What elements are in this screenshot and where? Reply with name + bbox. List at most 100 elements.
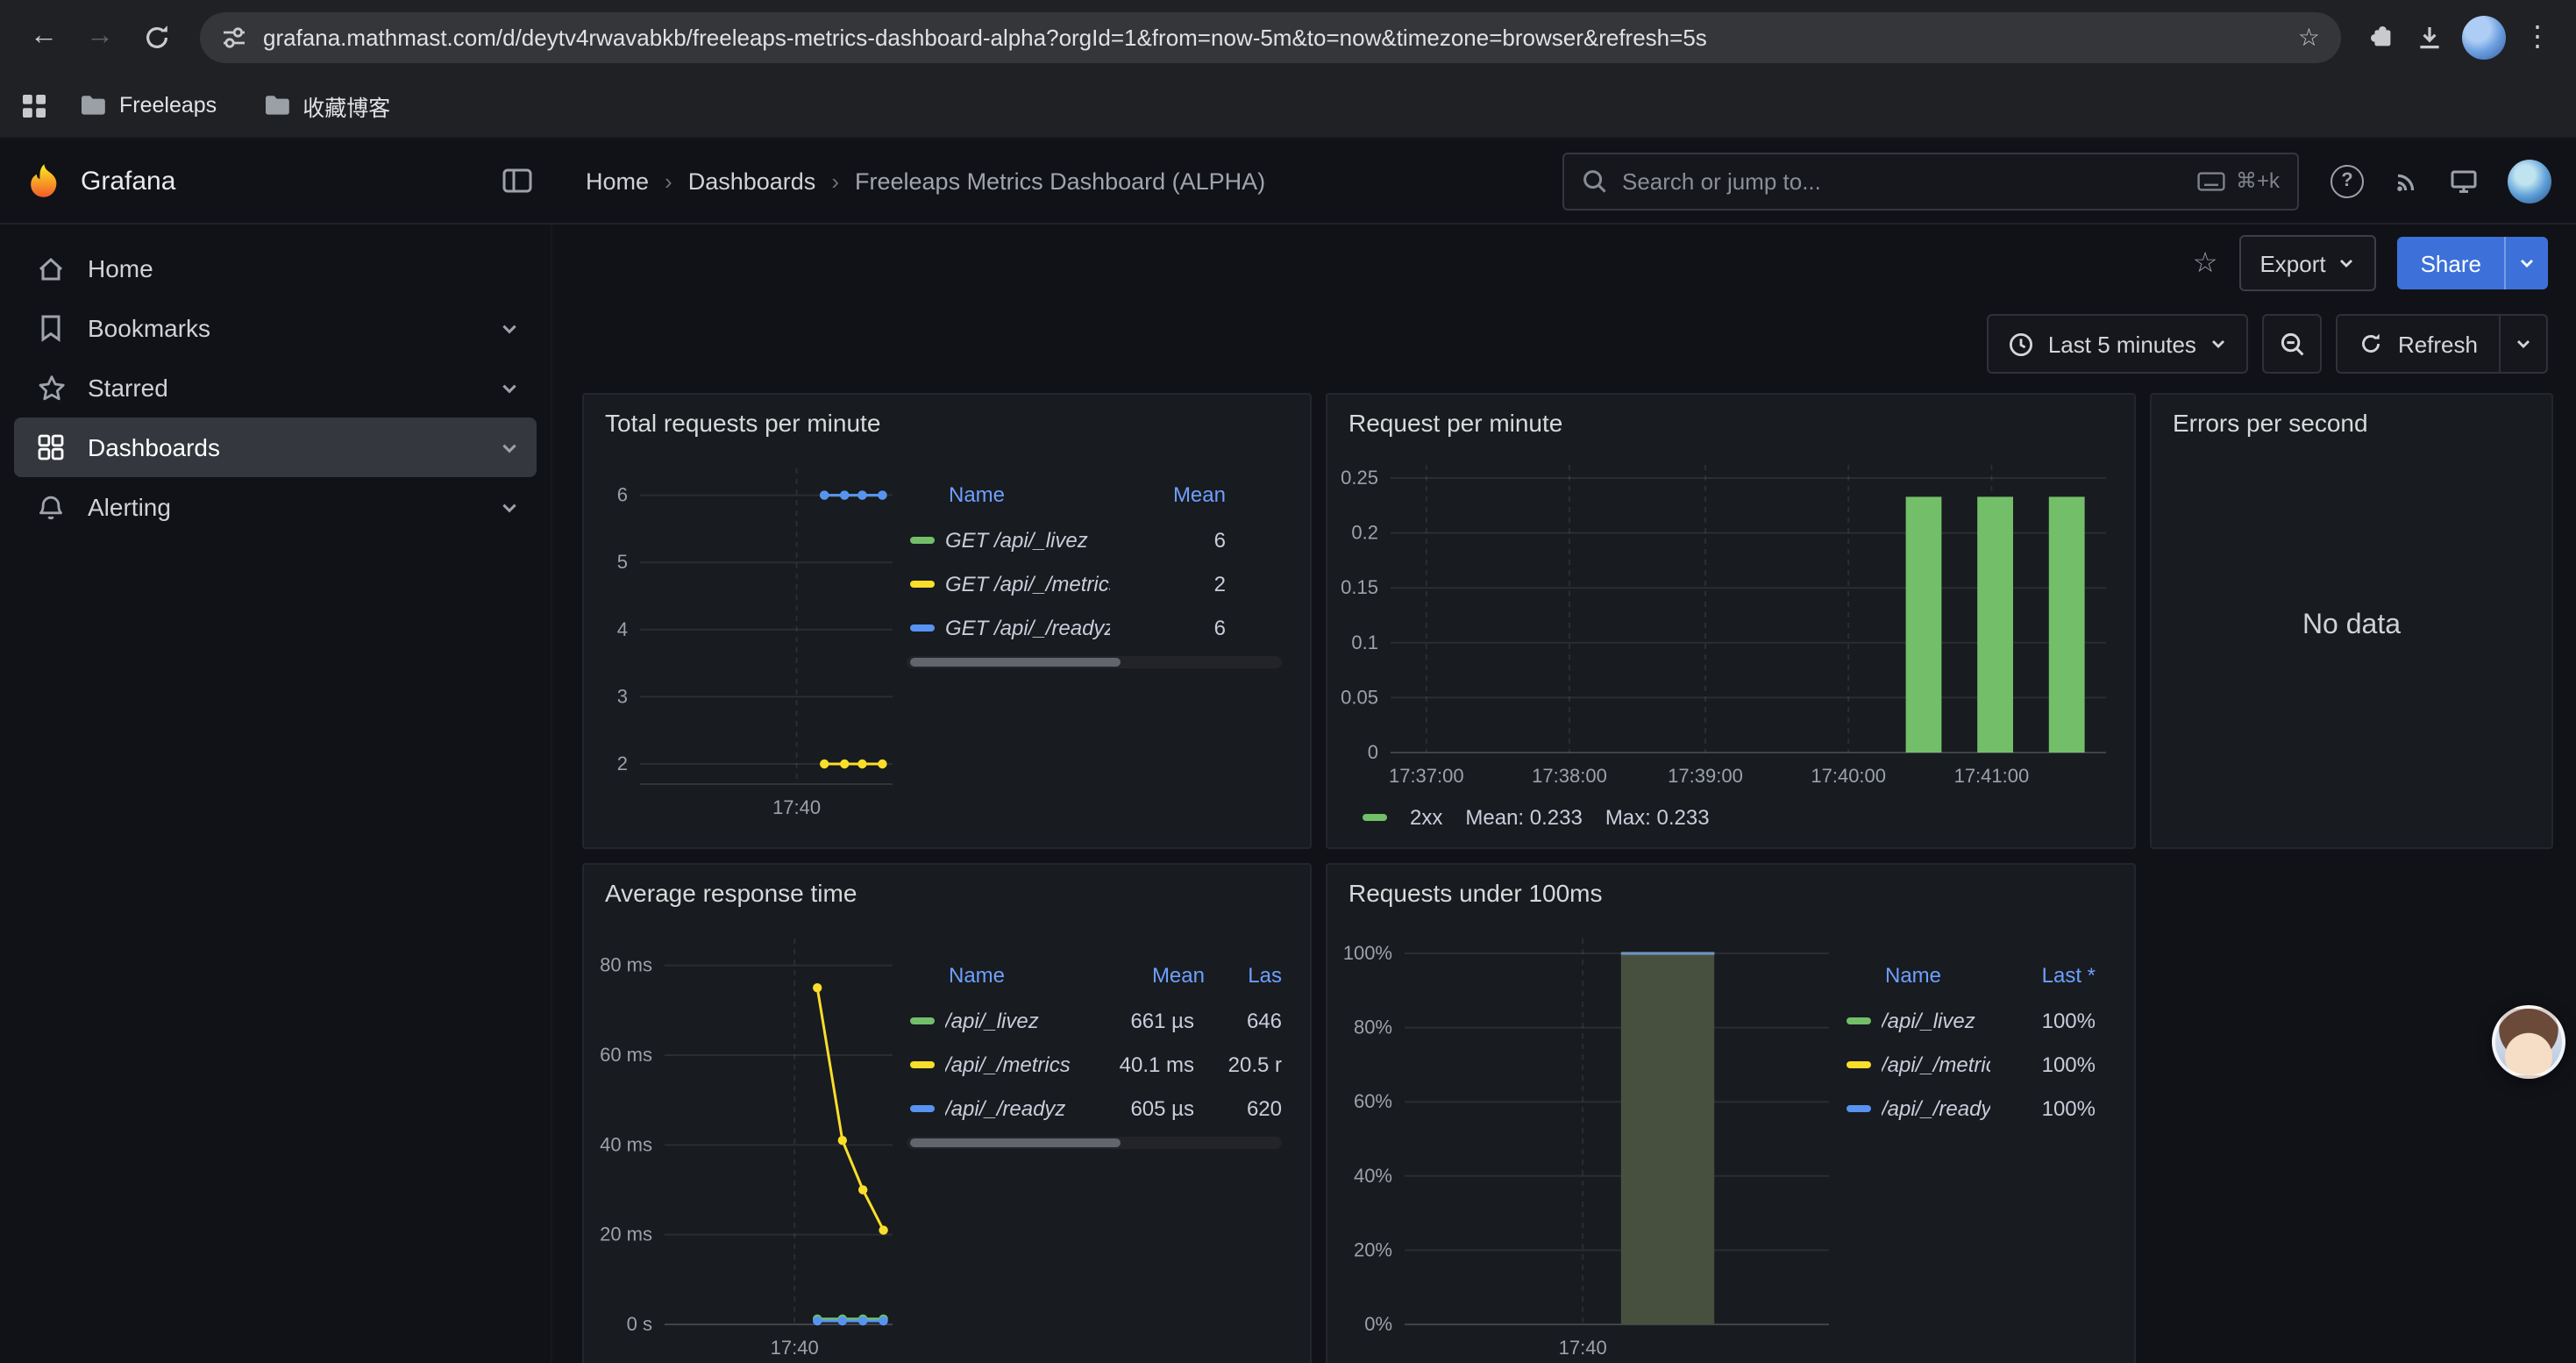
url-bar[interactable]: grafana.mathmast.com/d/deytv4rwavabkb/fr… (200, 11, 2341, 62)
breadcrumb-separator: › (665, 168, 672, 194)
refresh-interval-button[interactable] (2499, 316, 2546, 372)
grafana-app: Grafana › Home › Dashboards (0, 139, 2576, 1363)
svg-text:5: 5 (617, 551, 628, 573)
svg-text:60%: 60% (1354, 1090, 1392, 1112)
legend-col-name[interactable]: Name (949, 482, 1121, 507)
news-rss-icon[interactable] (2394, 168, 2420, 194)
profile-avatar[interactable] (2462, 15, 2506, 59)
sidebar-item[interactable]: Home (14, 239, 537, 298)
forward-button[interactable]: → (74, 11, 126, 63)
assistant-avatar[interactable] (2492, 1005, 2565, 1079)
browser-menu-icon[interactable]: ⋮ (2523, 19, 2551, 54)
bookmark-folder[interactable]: 收藏博客 (248, 83, 404, 127)
breadcrumb-label[interactable]: Home (586, 168, 649, 194)
legend-col-last[interactable]: Last * (2001, 963, 2096, 988)
share-menu-button[interactable] (2504, 237, 2548, 289)
time-range-label: Last 5 minutes (2048, 331, 2196, 357)
zoom-out-button[interactable] (2263, 314, 2323, 374)
dock-menu-icon (502, 167, 533, 195)
panel-title[interactable]: Requests under 100ms (1327, 865, 2134, 907)
back-button[interactable]: ← (18, 11, 70, 63)
legend-row[interactable]: /api/_livez 661 µs 646 (907, 998, 1282, 1042)
svg-text:0.2: 0.2 (1351, 522, 1378, 544)
legend-col-name[interactable]: Name (949, 963, 1092, 988)
breadcrumb-item[interactable]: › Dashboards (665, 168, 815, 194)
legend-row[interactable]: /api/_livez 100% (1843, 998, 2096, 1042)
legend-row[interactable]: GET /api/_livez 6 (907, 517, 1282, 561)
export-button[interactable]: Export (2238, 235, 2376, 291)
reload-icon (141, 22, 171, 52)
bookmark-folder[interactable]: Freeleaps (65, 88, 231, 123)
legend-scrollbar[interactable] (907, 656, 1282, 668)
legend-col-mean[interactable]: Mean (1121, 482, 1226, 507)
refresh-button[interactable]: Refresh (2338, 316, 2499, 372)
series-name: GET /api/_/metrics (945, 571, 1110, 596)
legend-rows: /api/_livez 100% /api/_/metrics 100% (1843, 998, 2096, 1130)
svg-text:17:37:00: 17:37:00 (1389, 765, 1464, 787)
chevron-down-icon (2210, 335, 2228, 353)
chevron-down-icon[interactable] (500, 378, 519, 397)
grafana-header: Grafana › Home › Dashboards (0, 139, 2576, 225)
legend-row[interactable]: /api/_/readyz 100% (1843, 1086, 2096, 1130)
series-name: /api/_/readyz (1882, 1095, 1990, 1120)
timeseries-chart: 0 s20 ms40 ms60 ms80 ms17:40 (594, 921, 907, 1363)
user-avatar[interactable] (2508, 159, 2551, 203)
monitor-icon[interactable] (2450, 168, 2478, 194)
legend-table: Name Mean GET /api/_livez (907, 479, 1292, 823)
series-last-value: 20.5 r (1205, 1052, 1282, 1076)
legend-row[interactable]: GET /api/_/metrics 2 (907, 561, 1282, 605)
download-icon[interactable] (2415, 22, 2444, 52)
legend-col-mean[interactable]: Mean (1092, 963, 1205, 988)
series-mean-value: 661 µs (1082, 1008, 1194, 1032)
scrollbar-thumb[interactable] (910, 658, 1121, 667)
series-name[interactable]: 2xx (1410, 805, 1442, 830)
legend-row[interactable]: /api/_/metrics 100% (1843, 1042, 2096, 1086)
series-max-stat: Max: 0.233 (1605, 805, 1710, 830)
svg-text:80 ms: 80 ms (600, 954, 652, 976)
breadcrumb-label[interactable]: Freeleaps Metrics Dashboard (ALPHA) (855, 168, 1265, 194)
chevron-down-icon (2515, 335, 2532, 353)
chevron-down-icon[interactable] (500, 497, 519, 517)
chevron-down-icon[interactable] (500, 318, 519, 338)
legend-col-last[interactable]: Las (1205, 963, 1282, 988)
legend-col-name[interactable]: Name (1885, 963, 2001, 988)
share-button[interactable]: Share (2398, 237, 2504, 289)
bookmarks-bar: Freeleaps 收藏博客 (0, 74, 2576, 139)
bookmark-star-icon[interactable]: ☆ (2298, 22, 2320, 52)
sidebar-item[interactable]: Starred (14, 358, 537, 417)
browser-window: ← → grafana.mathmast.com/d/deytv4rwavabk… (0, 0, 2576, 1363)
favorite-star-icon[interactable]: ☆ (2193, 246, 2218, 281)
sidebar-item[interactable]: Bookmarks (14, 298, 537, 358)
legend-row[interactable]: /api/_/metrics 40.1 ms 20.5 r (907, 1042, 1282, 1086)
sidebar-item[interactable]: Alerting (14, 477, 537, 537)
reload-button[interactable] (130, 11, 182, 63)
site-settings-icon[interactable] (221, 24, 247, 50)
scrollbar-thumb[interactable] (910, 1138, 1121, 1147)
url-text[interactable]: grafana.mathmast.com/d/deytv4rwavabkb/fr… (263, 24, 2282, 50)
panel-title[interactable]: Average response time (584, 865, 1310, 907)
bookmark-label: Freeleaps (119, 93, 217, 118)
chevron-down-icon[interactable] (500, 438, 519, 457)
sidebar-item[interactable]: Dashboards (14, 417, 537, 477)
panel-title[interactable]: Request per minute (1327, 395, 2134, 437)
legend-scrollbar[interactable] (907, 1137, 1282, 1149)
extensions-icon[interactable] (2366, 21, 2397, 53)
svg-text:80%: 80% (1354, 1017, 1392, 1038)
svg-text:60 ms: 60 ms (600, 1044, 652, 1066)
series-mean-stat: Mean: 0.233 (1465, 805, 1582, 830)
search-input[interactable]: Search or jump to... ⌘+k (1562, 152, 2299, 210)
legend-table: Name Mean Las (907, 960, 1292, 1363)
breadcrumb-item[interactable]: › Home (586, 168, 649, 194)
grafana-logo[interactable] (25, 161, 63, 200)
panel-title[interactable]: Errors per second (2152, 395, 2551, 437)
legend-row[interactable]: GET /api/_/readyz 6 (907, 605, 1282, 649)
time-range-picker[interactable]: Last 5 minutes (1987, 314, 2249, 374)
breadcrumb-label[interactable]: Dashboards (688, 168, 816, 194)
breadcrumb-item[interactable]: › Freeleaps Metrics Dashboard (ALPHA) (831, 168, 1265, 194)
dock-menu-button[interactable] (502, 167, 533, 195)
legend-row[interactable]: /api/_/readyz 605 µs 620 (907, 1086, 1282, 1130)
apps-grid-icon[interactable] (21, 92, 47, 118)
panel-title[interactable]: Total requests per minute (584, 395, 1310, 437)
svg-text:3: 3 (617, 685, 628, 707)
help-icon[interactable]: ? (2330, 164, 2364, 197)
